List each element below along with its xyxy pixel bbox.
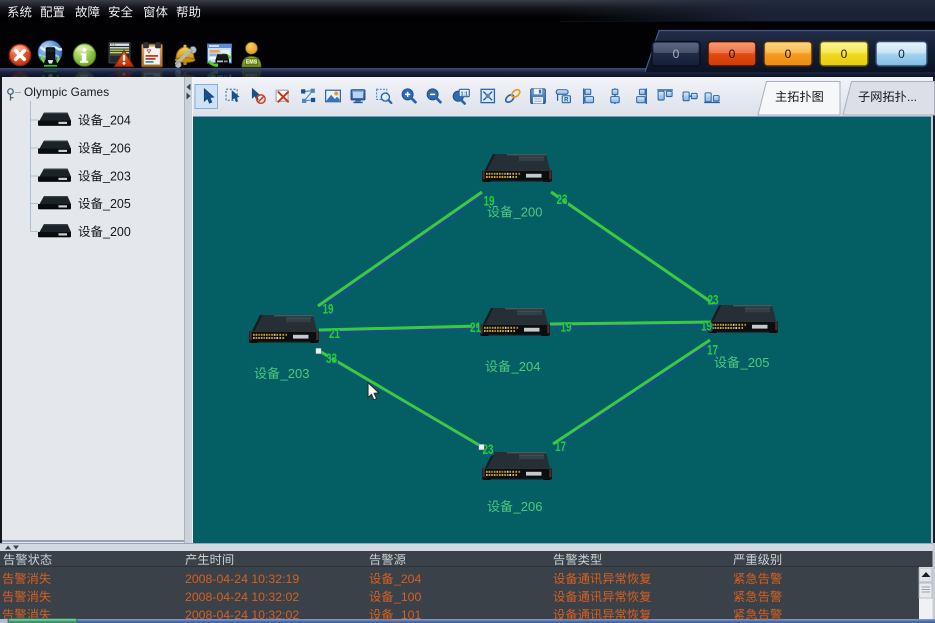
svg-text:_203: _203 [280, 366, 310, 381]
svg-text:_101: _101 [393, 608, 422, 622]
svg-text:_203: _203 [102, 170, 131, 184]
svg-text:0: 0 [673, 47, 680, 61]
svg-text:23: 23 [557, 191, 568, 207]
svg-text:0: 0 [785, 47, 792, 61]
svg-text:1:1: 1:1 [461, 91, 468, 97]
svg-text:19: 19 [561, 319, 572, 335]
svg-text:_200: _200 [102, 225, 131, 239]
svg-text:0: 0 [898, 47, 905, 61]
svg-text:21: 21 [470, 319, 481, 335]
svg-text:23: 23 [708, 292, 719, 308]
svg-text:_204: _204 [511, 359, 541, 374]
svg-text:0: 0 [729, 47, 736, 61]
svg-text:_205: _205 [102, 197, 131, 211]
svg-text:_204: _204 [393, 572, 422, 586]
svg-text:17: 17 [707, 342, 718, 358]
svg-text:2008-04-24 10:32:19: 2008-04-24 10:32:19 [185, 572, 299, 586]
svg-text:0: 0 [841, 47, 848, 61]
svg-text:_200: _200 [513, 205, 543, 220]
svg-text:2008-04-24 10:32:02: 2008-04-24 10:32:02 [185, 590, 299, 604]
svg-text:33: 33 [326, 350, 337, 366]
svg-text:21: 21 [329, 325, 340, 341]
svg-text:19: 19 [701, 318, 712, 334]
svg-text:_206: _206 [102, 142, 131, 156]
svg-text:...: ... [907, 90, 917, 104]
svg-text:19: 19 [323, 301, 334, 317]
svg-text:2008-04-24 10:32:02: 2008-04-24 10:32:02 [185, 608, 299, 622]
svg-text:_206: _206 [513, 499, 543, 514]
svg-text:R: R [564, 98, 569, 104]
svg-text:_205: _205 [740, 355, 770, 370]
svg-text:EMS: EMS [246, 60, 258, 66]
svg-text:_204: _204 [102, 114, 131, 128]
svg-text:17: 17 [555, 438, 566, 454]
svg-text:_100: _100 [393, 590, 422, 604]
